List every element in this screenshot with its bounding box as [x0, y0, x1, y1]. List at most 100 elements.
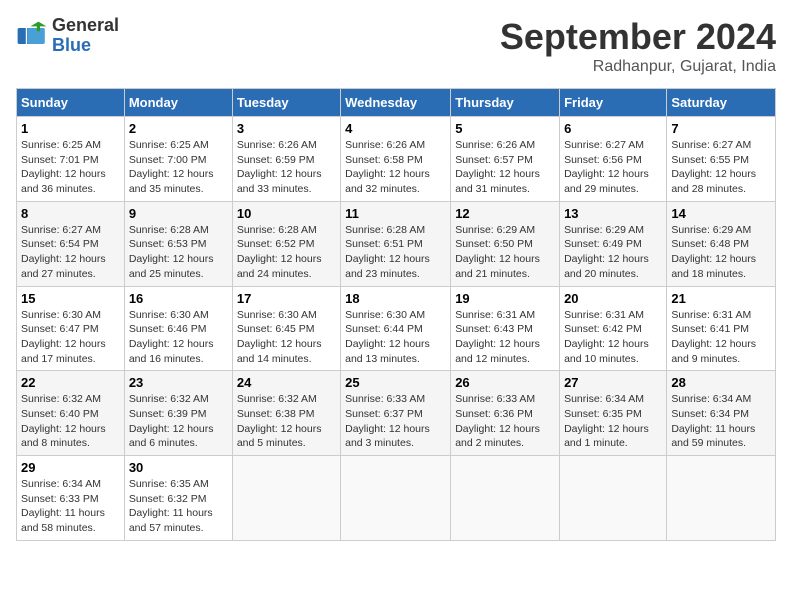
day-info: Sunrise: 6:28 AMSunset: 6:53 PMDaylight:… [129, 223, 228, 282]
calendar-cell: 16Sunrise: 6:30 AMSunset: 6:46 PMDayligh… [124, 286, 232, 371]
header-tuesday: Tuesday [232, 89, 340, 117]
calendar-cell: 10Sunrise: 6:28 AMSunset: 6:52 PMDayligh… [232, 201, 340, 286]
calendar-header-row: SundayMondayTuesdayWednesdayThursdayFrid… [17, 89, 776, 117]
calendar-cell: 12 Sunrise: 6:29 AMSunset: 6:50 PMDayligh… [451, 201, 560, 286]
day-info: Sunrise: 6:32 AMSunset: 6:38 PMDaylight:… [237, 392, 336, 451]
day-info: Sunrise: 6:27 AMSunset: 6:55 PMDaylight:… [671, 138, 771, 197]
page-header: General Blue September 2024 Radhanpur, G… [16, 16, 776, 76]
calendar-cell: 19 Sunrise: 6:31 AMSunset: 6:43 PMDayligh… [451, 286, 560, 371]
day-info: Sunrise: 6:33 AMSunset: 6:37 PMDaylight:… [345, 392, 446, 451]
day-info: Sunrise: 6:26 AMSunset: 6:58 PMDaylight:… [345, 138, 446, 197]
day-number: 21 [671, 291, 771, 306]
day-info: Sunrise: 6:31 AMSunset: 6:42 PMDaylight:… [564, 308, 662, 367]
day-info: Sunrise: 6:30 AMSunset: 6:47 PMDaylight:… [21, 308, 120, 367]
calendar-week-4: 22 Sunrise: 6:32 AMSunset: 6:40 PMDayligh… [17, 371, 776, 456]
day-info: Sunrise: 6:34 AMSunset: 6:35 PMDaylight:… [564, 392, 662, 451]
day-info: Sunrise: 6:30 AMSunset: 6:45 PMDaylight:… [237, 308, 336, 367]
calendar-cell [667, 456, 776, 541]
day-info: Sunrise: 6:25 AMSunset: 7:01 PMDaylight:… [21, 138, 120, 197]
logo-general: General [52, 16, 119, 36]
calendar-cell [232, 456, 340, 541]
header-friday: Friday [560, 89, 667, 117]
day-info: Sunrise: 6:34 AMSunset: 6:33 PMDaylight:… [21, 477, 120, 536]
day-info: Sunrise: 6:29 AMSunset: 6:48 PMDaylight:… [671, 223, 771, 282]
day-number: 27 [564, 375, 662, 390]
calendar-cell: 1 Sunrise: 6:25 AMSunset: 7:01 PMDaylight… [17, 117, 125, 202]
day-info: Sunrise: 6:27 AMSunset: 6:54 PMDaylight:… [21, 223, 120, 282]
calendar-cell: 13 Sunrise: 6:29 AMSunset: 6:49 PMDayligh… [560, 201, 667, 286]
calendar-cell: 14Sunrise: 6:29 AMSunset: 6:48 PMDayligh… [667, 201, 776, 286]
day-info: Sunrise: 6:32 AMSunset: 6:40 PMDaylight:… [21, 392, 120, 451]
day-number: 13 [564, 206, 662, 221]
day-number: 3 [237, 121, 336, 136]
day-info: Sunrise: 6:35 AMSunset: 6:32 PMDaylight:… [129, 477, 228, 536]
day-info: Sunrise: 6:26 AMSunset: 6:59 PMDaylight:… [237, 138, 336, 197]
calendar-cell: 29 Sunrise: 6:34 AMSunset: 6:33 PMDayligh… [17, 456, 125, 541]
calendar-cell: 20 Sunrise: 6:31 AMSunset: 6:42 PMDayligh… [560, 286, 667, 371]
day-info: Sunrise: 6:29 AMSunset: 6:50 PMDaylight:… [455, 223, 555, 282]
calendar-cell: 28 Sunrise: 6:34 AMSunset: 6:34 PMDayligh… [667, 371, 776, 456]
calendar-cell: 26 Sunrise: 6:33 AMSunset: 6:36 PMDayligh… [451, 371, 560, 456]
calendar-week-5: 29 Sunrise: 6:34 AMSunset: 6:33 PMDayligh… [17, 456, 776, 541]
header-saturday: Saturday [667, 89, 776, 117]
day-number: 22 [21, 375, 120, 390]
header-wednesday: Wednesday [341, 89, 451, 117]
logo-blue: Blue [52, 36, 119, 56]
title-block: September 2024 Radhanpur, Gujarat, India [500, 16, 776, 76]
day-number: 24 [237, 375, 336, 390]
day-number: 16 [129, 291, 228, 306]
day-info: Sunrise: 6:30 AMSunset: 6:44 PMDaylight:… [345, 308, 446, 367]
day-number: 5 [455, 121, 555, 136]
day-number: 4 [345, 121, 446, 136]
calendar-cell: 22 Sunrise: 6:32 AMSunset: 6:40 PMDayligh… [17, 371, 125, 456]
day-number: 15 [21, 291, 120, 306]
day-number: 12 [455, 206, 555, 221]
location-title: Radhanpur, Gujarat, India [500, 58, 776, 76]
logo-icon [16, 20, 48, 52]
day-info: Sunrise: 6:26 AMSunset: 6:57 PMDaylight:… [455, 138, 555, 197]
day-number: 18 [345, 291, 446, 306]
calendar-cell: 27 Sunrise: 6:34 AMSunset: 6:35 PMDayligh… [560, 371, 667, 456]
day-number: 9 [129, 206, 228, 221]
calendar-cell: 30Sunrise: 6:35 AMSunset: 6:32 PMDayligh… [124, 456, 232, 541]
calendar-cell: 9 Sunrise: 6:28 AMSunset: 6:53 PMDaylight… [124, 201, 232, 286]
day-number: 8 [21, 206, 120, 221]
calendar-table: SundayMondayTuesdayWednesdayThursdayFrid… [16, 88, 776, 541]
day-number: 20 [564, 291, 662, 306]
calendar-cell: 18 Sunrise: 6:30 AMSunset: 6:44 PMDayligh… [341, 286, 451, 371]
day-info: Sunrise: 6:25 AMSunset: 7:00 PMDaylight:… [129, 138, 228, 197]
calendar-cell: 7 Sunrise: 6:27 AMSunset: 6:55 PMDaylight… [667, 117, 776, 202]
header-sunday: Sunday [17, 89, 125, 117]
day-info: Sunrise: 6:34 AMSunset: 6:34 PMDaylight:… [671, 392, 771, 451]
calendar-cell [451, 456, 560, 541]
day-info: Sunrise: 6:31 AMSunset: 6:41 PMDaylight:… [671, 308, 771, 367]
day-number: 7 [671, 121, 771, 136]
day-number: 29 [21, 460, 120, 475]
day-number: 28 [671, 375, 771, 390]
day-number: 10 [237, 206, 336, 221]
day-number: 19 [455, 291, 555, 306]
day-number: 23 [129, 375, 228, 390]
day-info: Sunrise: 6:29 AMSunset: 6:49 PMDaylight:… [564, 223, 662, 282]
calendar-cell: 4 Sunrise: 6:26 AMSunset: 6:58 PMDaylight… [341, 117, 451, 202]
calendar-cell [341, 456, 451, 541]
day-info: Sunrise: 6:33 AMSunset: 6:36 PMDaylight:… [455, 392, 555, 451]
calendar-week-3: 15 Sunrise: 6:30 AMSunset: 6:47 PMDayligh… [17, 286, 776, 371]
calendar-cell: 24 Sunrise: 6:32 AMSunset: 6:38 PMDayligh… [232, 371, 340, 456]
calendar-cell: 21 Sunrise: 6:31 AMSunset: 6:41 PMDayligh… [667, 286, 776, 371]
day-info: Sunrise: 6:32 AMSunset: 6:39 PMDaylight:… [129, 392, 228, 451]
month-title: September 2024 [500, 16, 776, 58]
calendar-cell: 8 Sunrise: 6:27 AMSunset: 6:54 PMDaylight… [17, 201, 125, 286]
day-info: Sunrise: 6:31 AMSunset: 6:43 PMDaylight:… [455, 308, 555, 367]
day-info: Sunrise: 6:27 AMSunset: 6:56 PMDaylight:… [564, 138, 662, 197]
calendar-cell: 6 Sunrise: 6:27 AMSunset: 6:56 PMDaylight… [560, 117, 667, 202]
day-number: 6 [564, 121, 662, 136]
logo-text: General Blue [52, 16, 119, 56]
day-number: 17 [237, 291, 336, 306]
day-number: 25 [345, 375, 446, 390]
calendar-cell: 11Sunrise: 6:28 AMSunset: 6:51 PMDayligh… [341, 201, 451, 286]
logo: General Blue [16, 16, 119, 56]
day-number: 26 [455, 375, 555, 390]
day-number: 1 [21, 121, 120, 136]
calendar-cell: 3 Sunrise: 6:26 AMSunset: 6:59 PMDaylight… [232, 117, 340, 202]
